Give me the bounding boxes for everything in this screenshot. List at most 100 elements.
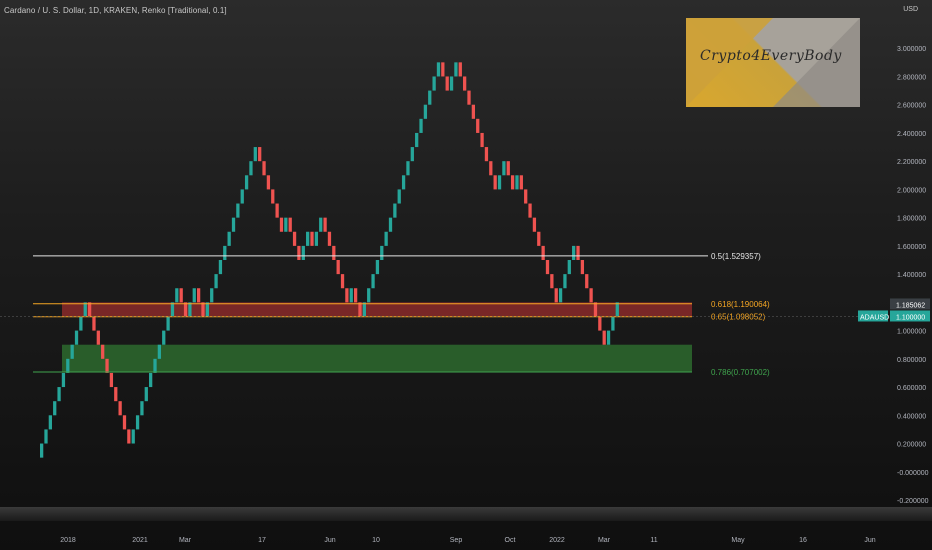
y-tick-label: 2.800000: [897, 74, 926, 81]
y-tick-label: 2.600000: [897, 103, 926, 110]
x-tick-label: 2021: [132, 537, 148, 544]
renko-brick: [589, 288, 593, 303]
renko-brick: [301, 245, 305, 260]
renko-brick: [572, 245, 576, 260]
y-tick-label: 0.600000: [897, 385, 926, 392]
x-tick-label: 11: [650, 537, 657, 544]
renko-brick: [92, 316, 96, 331]
renko-brick: [502, 161, 506, 176]
x-tick-label: Jun: [324, 537, 335, 544]
y-tick-label: 0.200000: [897, 442, 926, 449]
renko-brick: [70, 344, 74, 359]
renko-brick: [188, 302, 192, 317]
renko-brick: [249, 161, 253, 176]
x-tick-label: 2018: [60, 537, 76, 544]
renko-brick: [380, 245, 384, 260]
renko-brick: [345, 288, 349, 303]
y-tick-label: 2.000000: [897, 187, 926, 194]
renko-brick: [79, 316, 83, 331]
renko-brick: [545, 260, 550, 275]
renko-brick: [266, 175, 271, 190]
renko-brick: [306, 231, 310, 246]
y-tick-label: 1.000000: [897, 329, 926, 336]
renko-brick: [467, 90, 471, 105]
renko-brick: [53, 401, 57, 416]
renko-brick: [406, 161, 410, 176]
renko-brick: [537, 231, 541, 246]
renko-brick: [231, 217, 236, 232]
renko-brick: [558, 288, 563, 303]
x-tick-label: Jun: [864, 537, 875, 544]
renko-brick: [166, 316, 170, 331]
renko-plot: 0.5(1.529357) 0.618(1.190064) 0.65(1.09805…: [0, 46, 930, 544]
renko-brick: [323, 217, 327, 232]
renko-brick: [131, 429, 135, 444]
renko-brick: [519, 175, 523, 190]
renko-brick: [598, 316, 602, 331]
fib-label: 0.5(1.529357): [711, 252, 761, 261]
renko-brick: [61, 372, 66, 388]
renko-brick: [611, 316, 615, 331]
y-tick-label: -0.000000: [897, 470, 929, 477]
x-tick-label: 10: [372, 537, 380, 544]
renko-brick: [153, 358, 157, 373]
renko-brick: [218, 260, 223, 275]
renko-brick: [349, 288, 353, 303]
renko-brick: [567, 260, 571, 275]
renko-brick: [183, 302, 188, 317]
renko-brick: [358, 302, 362, 317]
y-tick-label: 1.400000: [897, 272, 926, 279]
renko-brick: [580, 260, 585, 275]
renko-brick: [66, 358, 70, 373]
renko-brick: [401, 175, 406, 190]
renko-brick: [445, 76, 449, 91]
renko-brick: [528, 203, 532, 218]
renko-brick: [57, 387, 61, 402]
renko-brick: [423, 104, 428, 119]
renko-brick: [205, 302, 209, 317]
renko-brick: [319, 217, 323, 232]
renko-brick: [432, 76, 436, 91]
renko-brick: [441, 62, 445, 77]
renko-brick: [375, 260, 380, 275]
renko-brick: [554, 288, 558, 303]
renko-brick: [454, 62, 458, 77]
renko-brick: [74, 330, 79, 345]
renko-brick: [149, 372, 153, 388]
renko-brick: [192, 288, 196, 303]
renko-brick: [532, 217, 537, 232]
renko-brick: [384, 231, 388, 246]
renko-brick: [122, 415, 127, 430]
renko-brick: [135, 415, 140, 430]
renko-brick: [170, 302, 175, 317]
renko-brick: [510, 175, 515, 190]
renko-brick: [292, 231, 297, 246]
renko-brick: [471, 104, 475, 119]
renko-brick: [223, 245, 227, 260]
renko-brick: [310, 231, 314, 246]
renko-brick: [44, 429, 48, 444]
x-tick-label: Mar: [598, 537, 611, 544]
renko-brick: [497, 175, 502, 190]
renko-brick: [87, 302, 92, 317]
renko-brick: [253, 147, 257, 162]
y-tick-label: 3.000000: [897, 46, 926, 53]
renko-brick: [593, 302, 598, 317]
renko-brick: [371, 274, 375, 289]
chart-area[interactable]: Cardano / U. S. Dollar, 1D, KRAKEN, Renk…: [0, 0, 932, 550]
fib-label: 0.618(1.190064): [711, 300, 770, 309]
renko-brick: [415, 132, 419, 148]
renko-brick: [332, 245, 336, 260]
renko-brick: [109, 372, 114, 388]
renko-brick: [336, 260, 340, 275]
renko-brick: [227, 231, 231, 246]
x-tick-label: Sep: [450, 537, 463, 544]
renko-brick: [83, 302, 87, 317]
renko-brick: [201, 302, 205, 317]
renko-brick: [480, 132, 484, 148]
renko-brick: [410, 147, 414, 162]
renko-brick: [428, 90, 432, 105]
renko-brick: [144, 387, 148, 402]
renko-brick: [606, 330, 611, 345]
renko-brick: [541, 245, 545, 260]
